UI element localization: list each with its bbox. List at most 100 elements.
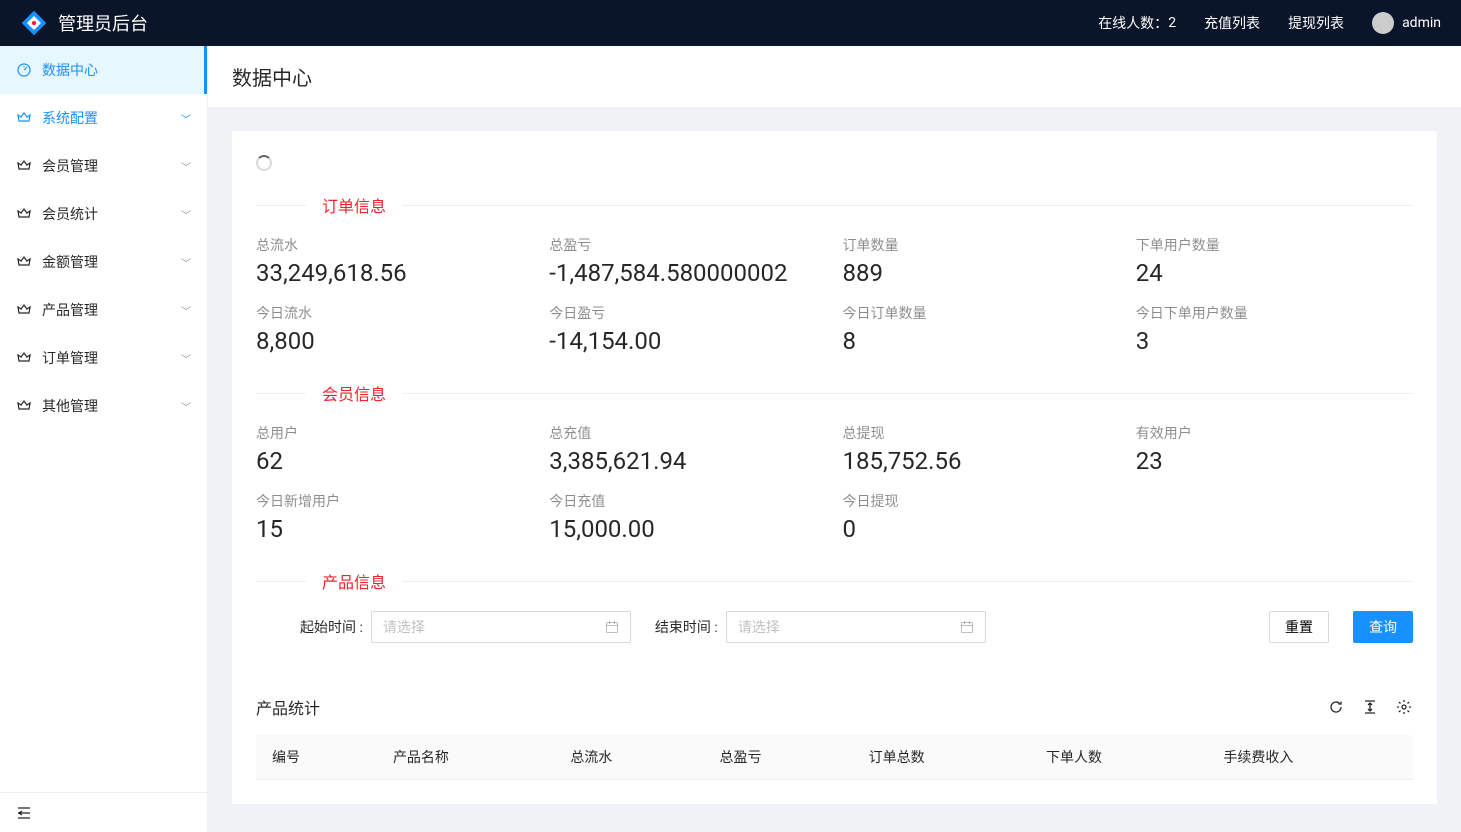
stat-value: 8,800 [256, 327, 533, 355]
online-count-value: 2 [1168, 15, 1176, 31]
crown-icon [16, 398, 32, 414]
sidebar-collapse-toggle[interactable] [0, 792, 207, 832]
chevron-down-icon: ﹀ [181, 207, 191, 222]
start-date-label: 起始时间 [300, 617, 363, 637]
query-button[interactable]: 查询 [1353, 611, 1413, 643]
sidebar-item-5[interactable]: 产品管理﹀ [0, 286, 207, 334]
crown-icon [16, 110, 32, 126]
stat-value: -14,154.00 [549, 327, 826, 355]
stat-label: 总提现 [843, 423, 1120, 443]
product-stats-table: 编号产品名称总流水总盈亏订单总数下单人数手续费收入 [256, 735, 1413, 780]
start-date-input[interactable]: 请选择 [371, 611, 631, 643]
crown-icon [16, 158, 32, 174]
member-stat-6: 今日提现0 [843, 491, 1120, 551]
stat-label: 有效用户 [1136, 423, 1413, 443]
stat-value: 889 [843, 259, 1120, 287]
crown-icon [16, 350, 32, 366]
main-content: 数据中心 订单信息 总流水33,249,618.56总盈亏-1,487,584.… [208, 46, 1461, 828]
member-stat-1: 总充值 3,385,621.94 [549, 423, 826, 483]
stat-label: 订单数量 [843, 235, 1120, 255]
crown-icon [16, 302, 32, 318]
section-title-product: 产品信息 [306, 569, 402, 593]
sidebar-item-1[interactable]: 系统配置﹀ [0, 94, 207, 142]
sidebar-item-label: 会员统计 [42, 204, 181, 224]
stat-value: 8 [843, 327, 1120, 355]
end-date-input[interactable]: 请选择 [726, 611, 986, 643]
dashboard-card: 订单信息 总流水33,249,618.56总盈亏-1,487,584.58000… [232, 131, 1437, 804]
order-stat-3: 下单用户数量 24 [1136, 235, 1413, 295]
loading-spinner-icon [256, 155, 272, 171]
order-stat-5: 今日盈亏 -14,154.00 [549, 303, 826, 363]
order-stat-1: 总盈亏-1,487,584.580000002 [549, 235, 826, 295]
chevron-down-icon: ﹀ [181, 351, 191, 366]
nav-recharge-list[interactable]: 充值列表 [1204, 13, 1260, 33]
order-stat-2: 订单数量 889 [843, 235, 1120, 295]
table-header-6: 手续费收入 [1207, 735, 1413, 780]
online-users: 在线人数： 2 [1098, 13, 1176, 33]
crown-icon [16, 206, 32, 222]
stat-value: 24 [1136, 259, 1413, 287]
sidebar-item-2[interactable]: 会员管理﹀ [0, 142, 207, 190]
order-stat-4: 今日流水8,800 [256, 303, 533, 363]
sidebar-item-label: 产品管理 [42, 300, 181, 320]
order-stat-7: 今日下单用户数量 3 [1136, 303, 1413, 363]
section-divider-product: 产品信息 [256, 569, 1413, 593]
stat-label: 总盈亏 [549, 235, 826, 255]
product-filter-form: 起始时间 请选择 结束时间 请选择 重置 查询 [256, 611, 1413, 643]
column-height-button[interactable] [1361, 698, 1379, 716]
product-stats-title: 产品统计 [256, 695, 1311, 719]
stat-value: 185,752.56 [843, 447, 1120, 475]
table-header-0: 编号 [256, 735, 377, 780]
sidebar-item-label: 订单管理 [42, 348, 181, 368]
chevron-down-icon: ﹀ [181, 303, 191, 318]
sidebar-item-label: 系统配置 [42, 108, 181, 128]
table-header-5: 下单人数 [1030, 735, 1207, 780]
stat-label: 今日新增用户 [256, 491, 533, 511]
sidebar: 数据中心系统配置﹀会员管理﹀会员统计﹀金额管理﹀产品管理﹀订单管理﹀其他管理﹀ [0, 46, 208, 832]
sidebar-item-0[interactable]: 数据中心 [0, 46, 207, 94]
column-height-icon [1362, 699, 1378, 715]
stat-value: 62 [256, 447, 533, 475]
reload-button[interactable] [1327, 698, 1345, 716]
start-date-placeholder: 请选择 [383, 617, 425, 637]
stat-value: 3,385,621.94 [549, 447, 826, 475]
gear-icon [1396, 699, 1412, 715]
section-title-member: 会员信息 [306, 381, 402, 405]
member-stat-7 [1136, 491, 1413, 551]
stat-label: 今日盈亏 [549, 303, 826, 323]
stat-label: 总流水 [256, 235, 533, 255]
member-stat-2: 总提现 185,752.56 [843, 423, 1120, 483]
end-date-placeholder: 请选择 [738, 617, 780, 637]
chevron-down-icon: ﹀ [181, 111, 191, 126]
sidebar-item-7[interactable]: 其他管理﹀ [0, 382, 207, 430]
nav-withdraw-list[interactable]: 提现列表 [1288, 13, 1344, 33]
stat-label: 今日下单用户数量 [1136, 303, 1413, 323]
end-date-label: 结束时间 [655, 617, 718, 637]
sidebar-item-label: 金额管理 [42, 252, 181, 272]
member-stat-0: 总用户 62 [256, 423, 533, 483]
avatar [1372, 12, 1394, 34]
reset-button[interactable]: 重置 [1269, 611, 1329, 643]
sidebar-item-3[interactable]: 会员统计﹀ [0, 190, 207, 238]
start-date-field: 起始时间 请选择 [300, 611, 631, 643]
settings-button[interactable] [1395, 698, 1413, 716]
sidebar-item-label: 会员管理 [42, 156, 181, 176]
calendar-icon [605, 620, 619, 634]
sidebar-item-4[interactable]: 金额管理﹀ [0, 238, 207, 286]
end-date-field: 结束时间 请选择 [655, 611, 986, 643]
chevron-down-icon: ﹀ [181, 255, 191, 270]
table-header-4: 订单总数 [853, 735, 1030, 780]
member-stat-4: 今日新增用户15 [256, 491, 533, 551]
stat-label: 今日提现 [843, 491, 1120, 511]
table-header-3: 总盈亏 [703, 735, 852, 780]
sidebar-item-6[interactable]: 订单管理﹀ [0, 334, 207, 382]
app-logo: 管理员后台 [20, 9, 148, 37]
stat-value: 15,000.00 [549, 515, 826, 543]
stat-label: 下单用户数量 [1136, 235, 1413, 255]
stat-label: 今日充值 [549, 491, 826, 511]
stat-label: 总用户 [256, 423, 533, 443]
stat-value: 3 [1136, 327, 1413, 355]
stat-label: 总充值 [549, 423, 826, 443]
user-menu[interactable]: admin [1372, 12, 1441, 34]
order-stats-grid: 总流水33,249,618.56总盈亏-1,487,584.580000002订… [256, 235, 1413, 363]
